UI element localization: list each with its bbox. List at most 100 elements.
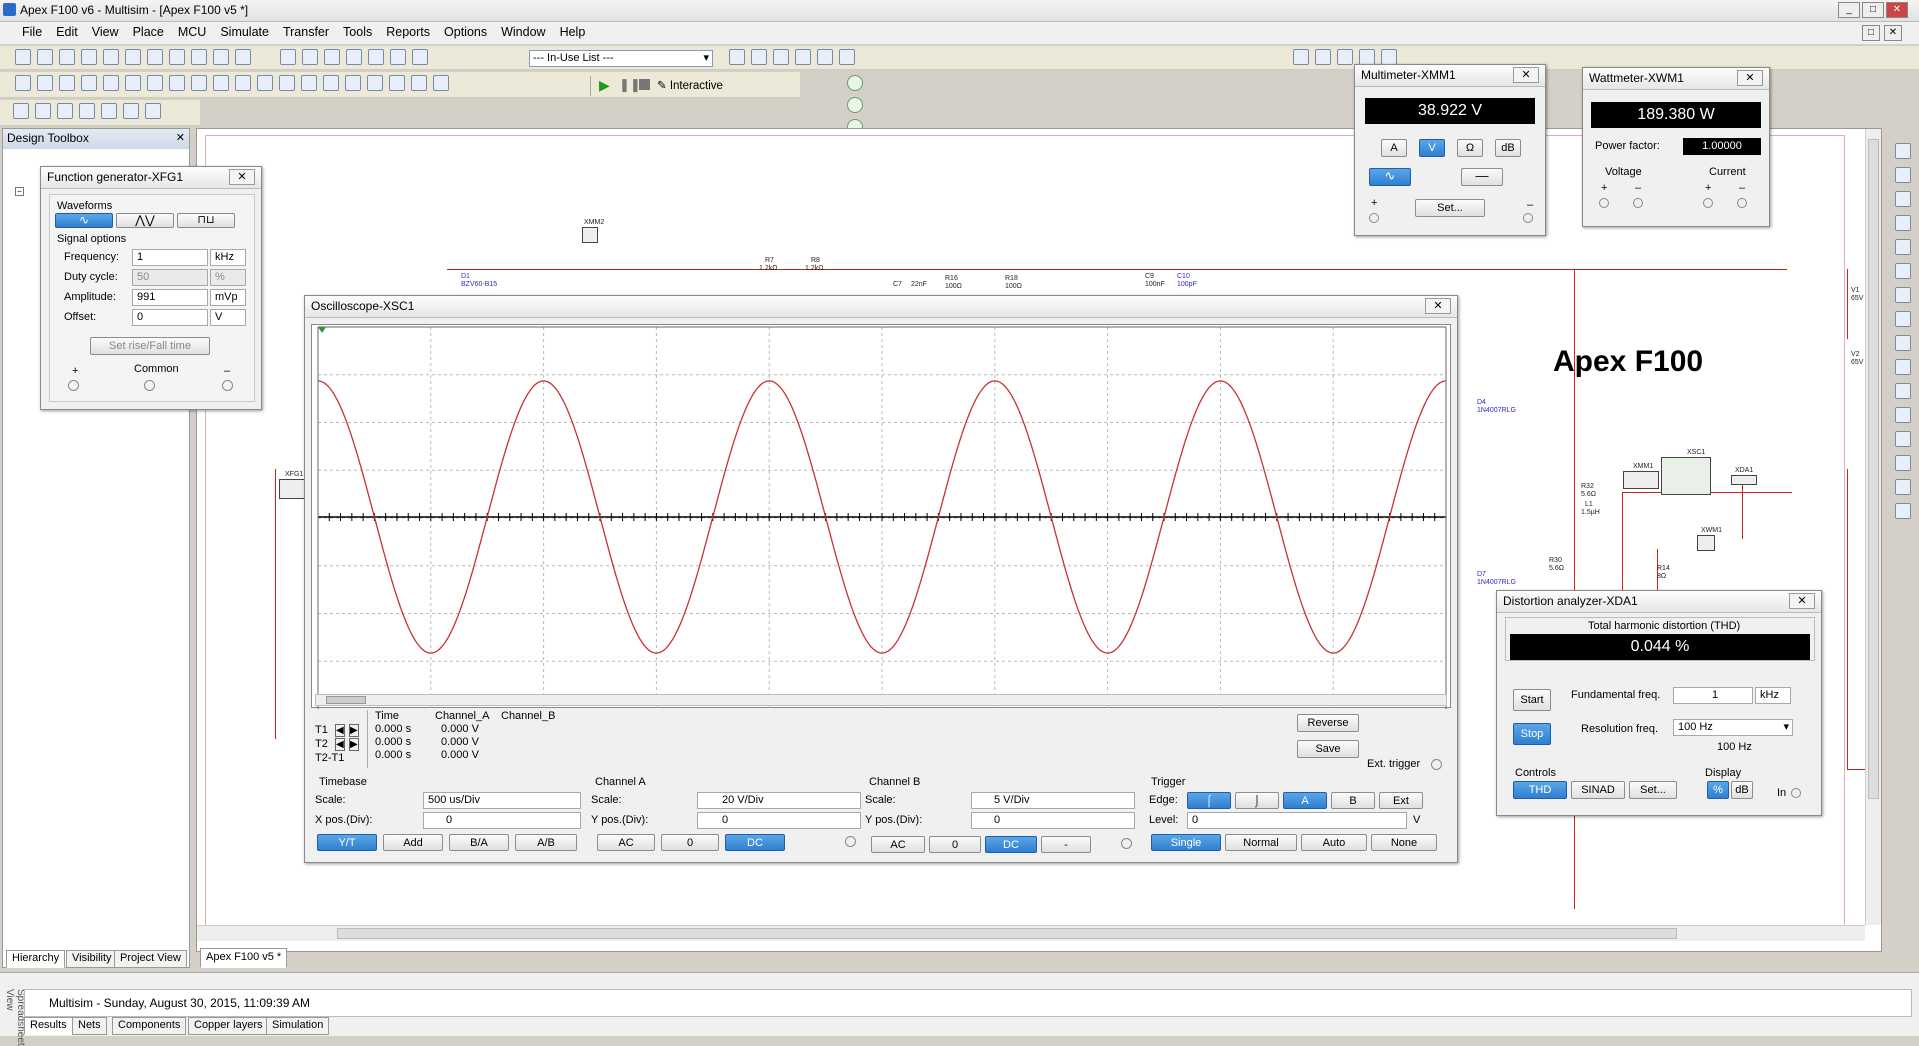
thd-button[interactable]: THD: [1513, 781, 1567, 799]
copy-icon[interactable]: [169, 49, 185, 65]
channel-b-zero-button[interactable]: 0: [929, 836, 981, 853]
vertical-scrollbar[interactable]: [1865, 129, 1881, 925]
voltage-minus-terminal[interactable]: [1633, 198, 1643, 208]
close-button[interactable]: ✕: [1886, 2, 1908, 18]
resolution-freq-select[interactable]: 100 Hz ▾: [1673, 719, 1793, 736]
trigger-single-button[interactable]: Single: [1151, 834, 1221, 851]
x-pos-input[interactable]: 0: [423, 812, 581, 829]
ac-mode-button[interactable]: ∿: [1369, 168, 1411, 186]
tab-project-view[interactable]: Project View: [114, 950, 187, 968]
display-percent-button[interactable]: %: [1707, 781, 1729, 799]
distortion-analyzer-window[interactable]: Distortion analyzer-XDA1 ✕ Total harmonic…: [1496, 590, 1822, 816]
voltage-plus-terminal[interactable]: [1599, 198, 1609, 208]
tab-simulation[interactable]: Simulation: [266, 1017, 330, 1035]
fundamental-freq-unit[interactable]: kHz: [1755, 687, 1791, 704]
forward-annotate-icon[interactable]: [773, 49, 789, 65]
menu-view[interactable]: View: [85, 22, 126, 42]
mode-voltmeter-button[interactable]: V: [1419, 139, 1445, 157]
zoom-out-icon[interactable]: [1315, 49, 1331, 65]
instrument-logic-converter-icon[interactable]: [1895, 335, 1911, 351]
tree-expand-icon[interactable]: −: [15, 187, 24, 196]
instrument-network-analyzer-icon[interactable]: [1895, 455, 1911, 471]
instrument-tektronix-icon[interactable]: [1895, 503, 1911, 519]
component-wizard-icon[interactable]: [145, 103, 161, 119]
probe-current-icon[interactable]: [847, 97, 863, 113]
advanced-peripherals-icon[interactable]: [191, 75, 207, 91]
trigger-source-b-button[interactable]: B: [1331, 792, 1375, 809]
description-icon[interactable]: [79, 103, 95, 119]
current-plus-terminal[interactable]: [1703, 198, 1713, 208]
trigger-none-button[interactable]: None: [1371, 834, 1437, 851]
channel-b-minus-button[interactable]: -: [1041, 836, 1091, 853]
reverse-button[interactable]: Reverse: [1297, 714, 1359, 732]
in-use-list-dropdown[interactable]: --- In-Use List --- ▾: [529, 50, 713, 67]
t1-left-arrow-icon[interactable]: ◀: [335, 724, 345, 737]
offset-unit[interactable]: V: [210, 309, 246, 326]
distortion-set-button[interactable]: Set...: [1629, 781, 1677, 799]
tab-copper-layers[interactable]: Copper layers: [188, 1017, 269, 1035]
horizontal-scrollbar[interactable]: [197, 925, 1865, 941]
instrument-logic-analyzer-icon[interactable]: [1895, 359, 1911, 375]
probe-voltage-icon[interactable]: [847, 75, 863, 91]
zoom-in-icon[interactable]: [1293, 49, 1309, 65]
start-button[interactable]: Start: [1513, 689, 1551, 711]
close-icon[interactable]: ✕: [1513, 67, 1539, 83]
menu-mcu[interactable]: MCU: [171, 22, 213, 42]
plus-terminal[interactable]: [68, 380, 79, 391]
help-icon[interactable]: [839, 49, 855, 65]
common-terminal[interactable]: [144, 380, 155, 391]
stop-button[interactable]: Stop: [1513, 723, 1551, 745]
ttl-icon[interactable]: [125, 75, 141, 91]
multimeter-xmm1-symbol[interactable]: [1623, 471, 1659, 489]
duty-cycle-unit[interactable]: %: [210, 269, 246, 286]
zoom-fit-icon[interactable]: [1359, 49, 1375, 65]
instrument-spectrum-analyzer-icon[interactable]: [1895, 431, 1911, 447]
minimize-button[interactable]: _: [1838, 2, 1860, 18]
multimeter-window[interactable]: Multimeter-XMM1 ✕ 38.922 V A V Ω dB ∿ — +…: [1354, 64, 1546, 236]
menu-options[interactable]: Options: [437, 22, 494, 42]
add-button[interactable]: Add: [383, 834, 443, 851]
tab-hierarchy[interactable]: Hierarchy: [6, 950, 66, 968]
close-icon[interactable]: ✕: [1425, 298, 1451, 314]
channel-b-terminal[interactable]: [1121, 838, 1132, 849]
undo-icon[interactable]: [213, 49, 229, 65]
frequency-unit[interactable]: kHz: [210, 249, 246, 266]
menu-window[interactable]: Window: [494, 22, 552, 42]
sim-view-icon[interactable]: [57, 103, 73, 119]
instrument-distortion-analyzer-icon[interactable]: [1895, 407, 1911, 423]
channel-a-ac-button[interactable]: AC: [597, 834, 655, 851]
spreadsheet-icon[interactable]: [302, 49, 319, 65]
tab-nets[interactable]: Nets: [72, 1017, 107, 1035]
redo-icon[interactable]: [235, 49, 251, 65]
basic-icon[interactable]: [37, 75, 53, 91]
channel-a-terminal[interactable]: [845, 836, 856, 847]
paste-icon[interactable]: [191, 49, 207, 65]
doc-restore-button[interactable]: □: [1862, 25, 1880, 41]
power-icon[interactable]: [279, 75, 295, 91]
instrument-agilent-icon[interactable]: [1895, 479, 1911, 495]
t1-right-arrow-icon[interactable]: ▶: [349, 724, 359, 737]
spreadsheet-view-icon[interactable]: [35, 103, 51, 119]
maximize-button[interactable]: □: [1862, 2, 1884, 18]
tab-results[interactable]: Results: [24, 1017, 73, 1035]
instrument-bode-plotter-icon[interactable]: [1895, 263, 1911, 279]
channel-a-ypos-input[interactable]: 0: [697, 812, 861, 829]
instrument-word-generator-icon[interactable]: [1895, 311, 1911, 327]
menu-tools[interactable]: Tools: [336, 22, 379, 42]
instrument-frequency-counter-icon[interactable]: [1895, 287, 1911, 303]
menu-transfer[interactable]: Transfer: [276, 22, 336, 42]
postprocessor-icon[interactable]: [123, 103, 139, 119]
grapher-icon[interactable]: [346, 49, 363, 65]
oscilloscope-window[interactable]: Oscilloscope-XSC1 ✕ Time Channel_A Channe…: [304, 295, 1458, 863]
amplitude-input[interactable]: 991: [132, 289, 208, 306]
current-minus-terminal[interactable]: [1737, 198, 1747, 208]
hierarchical-block-icon[interactable]: [411, 75, 427, 91]
tab-visibility[interactable]: Visibility: [66, 950, 118, 968]
set-rise-fall-button[interactable]: Set rise/Fall time: [90, 337, 210, 355]
stop-icon[interactable]: [639, 79, 650, 90]
open-folder-icon[interactable]: [59, 49, 75, 65]
trigger-auto-button[interactable]: Auto: [1301, 834, 1367, 851]
mcu-icon[interactable]: [169, 75, 185, 91]
function-generator-window[interactable]: Function generator-XFG1 ✕ Waveforms ∿ ⋀⋁ …: [40, 166, 262, 410]
menu-edit[interactable]: Edit: [49, 22, 85, 42]
